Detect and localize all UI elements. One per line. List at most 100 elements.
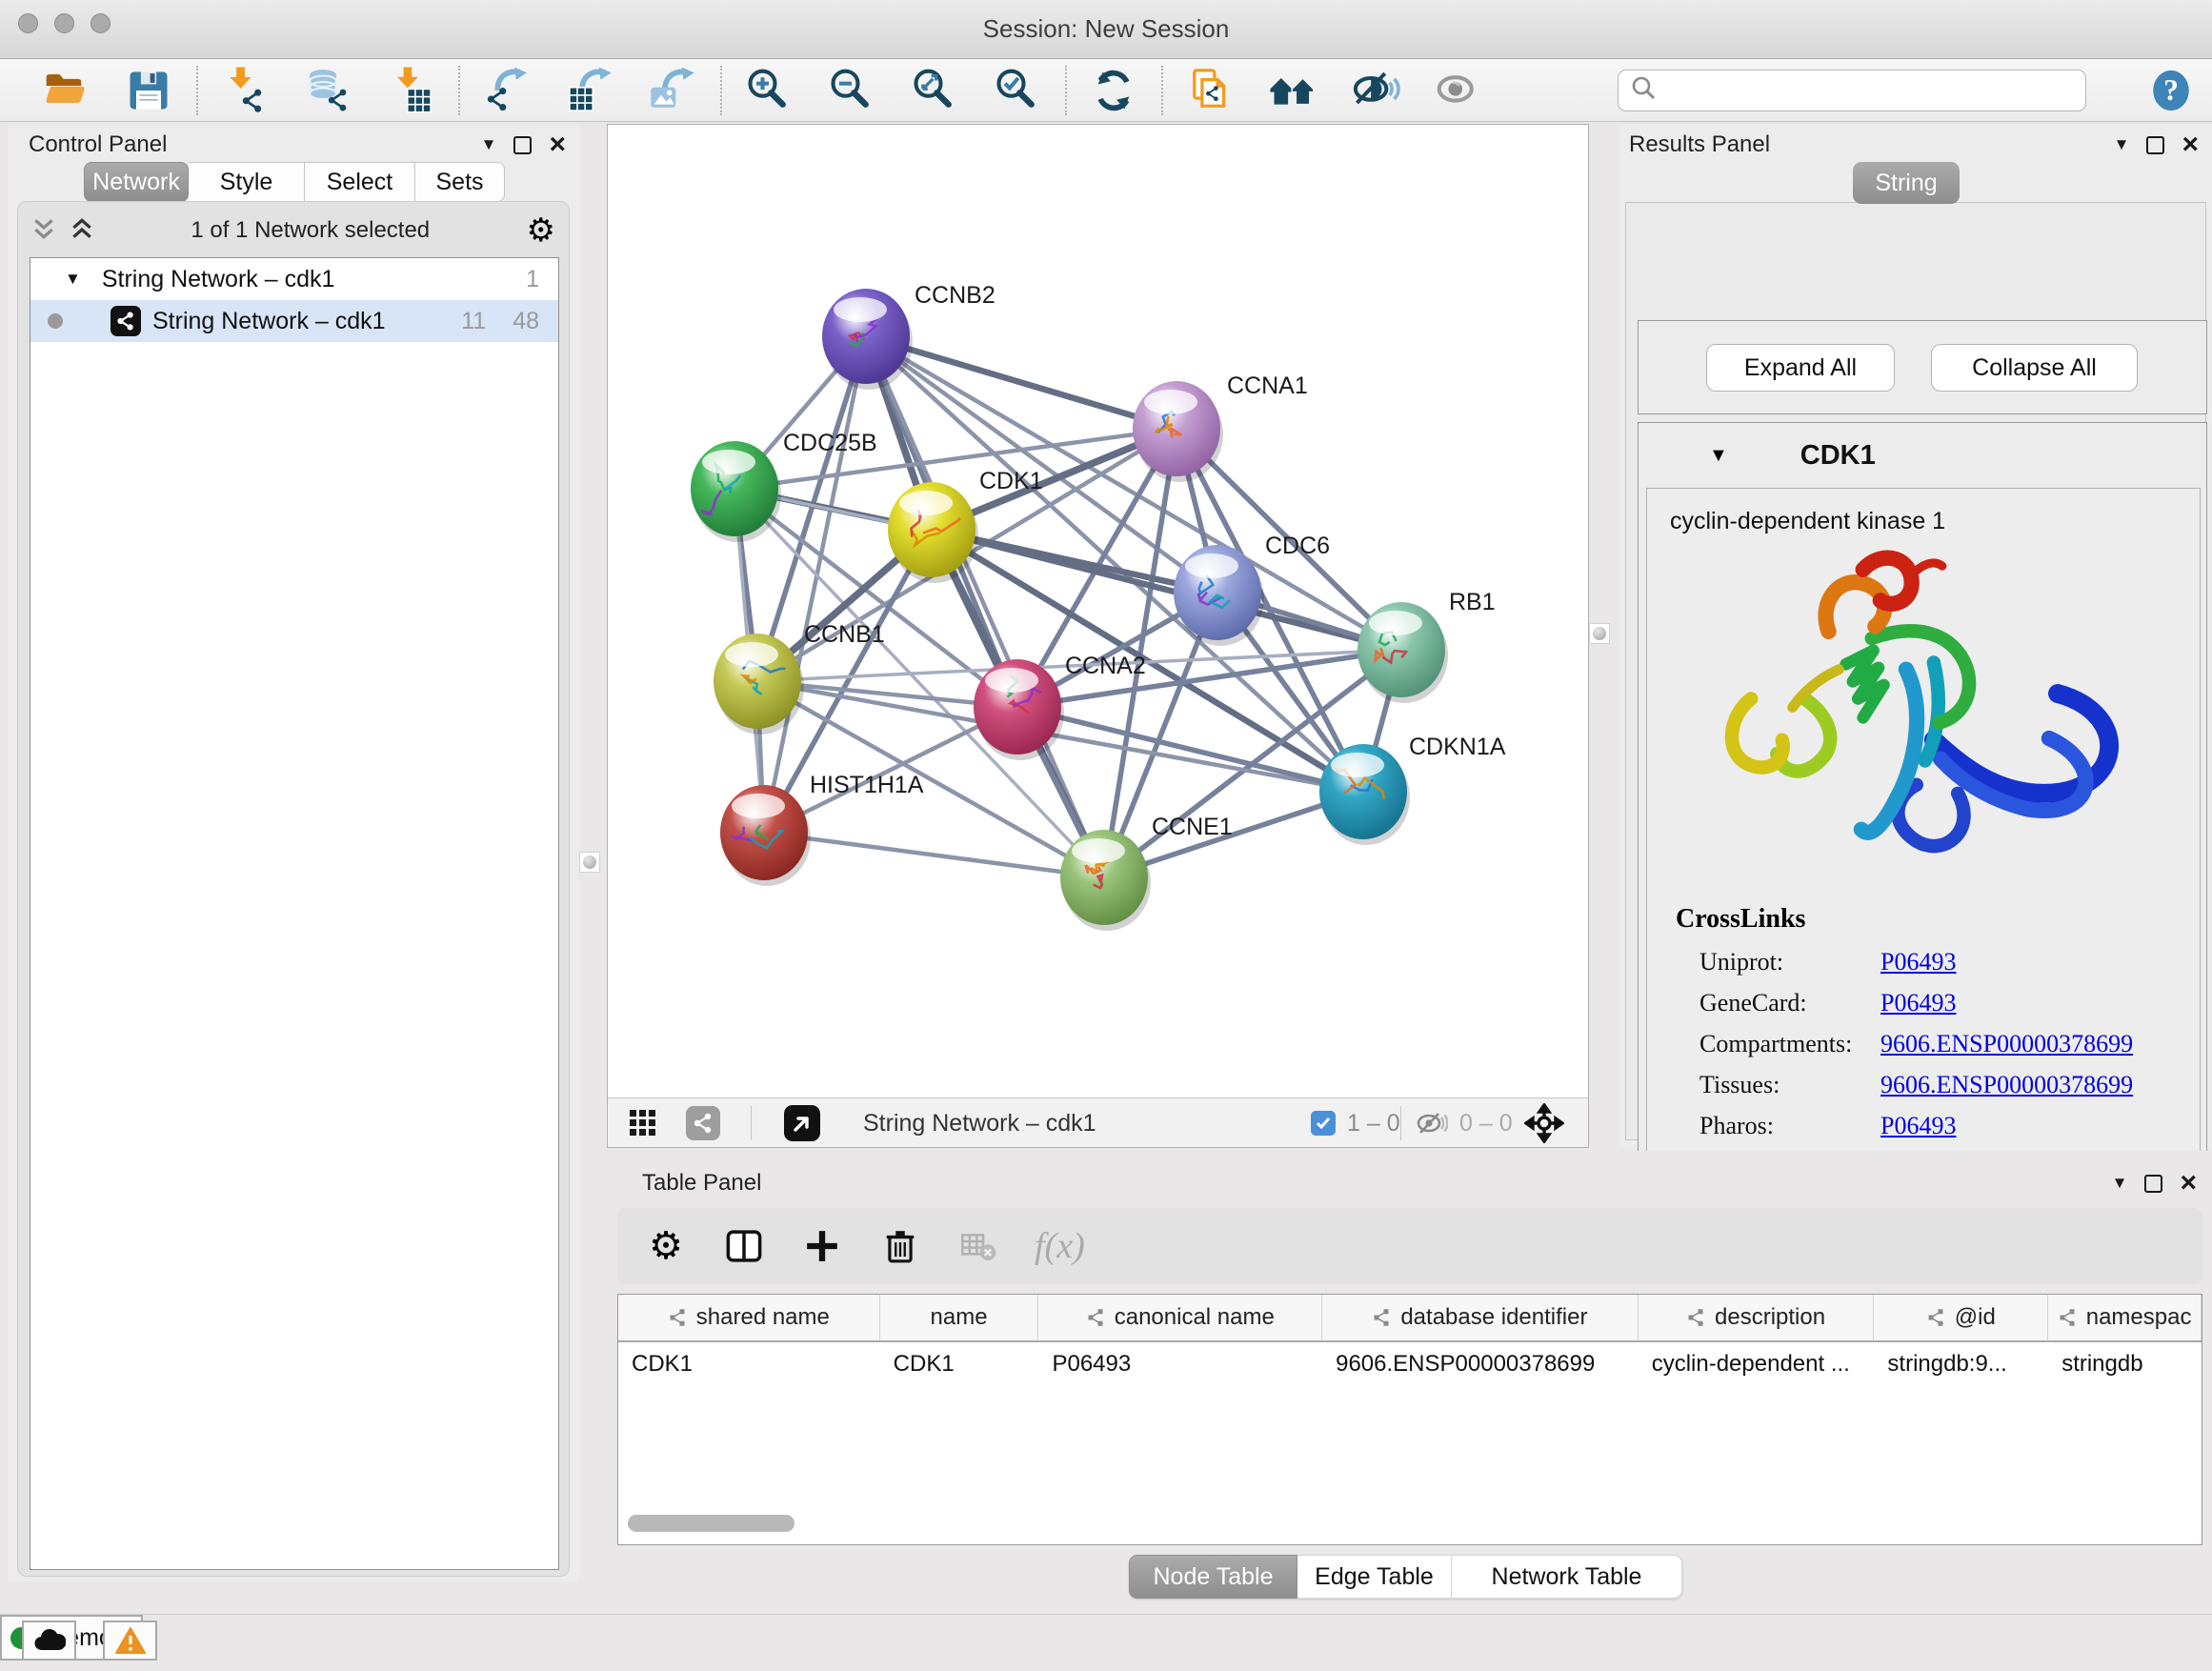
selected-checkbox-icon[interactable] xyxy=(1311,1111,1336,1136)
refresh-layout-button[interactable] xyxy=(1086,63,1141,118)
search-input[interactable] xyxy=(1657,72,2085,109)
network-node-CDKN1A[interactable]: CDKN1A xyxy=(1319,734,1506,845)
zoom-selected-button[interactable] xyxy=(990,63,1045,118)
import-table-button[interactable] xyxy=(383,63,438,118)
tab-network-table[interactable]: Network Table xyxy=(1452,1555,1682,1599)
import-network-button[interactable] xyxy=(217,63,272,118)
export-network-button[interactable] xyxy=(479,63,534,118)
crosslink-link[interactable]: P06493 xyxy=(1880,989,1956,1017)
crosslink-link[interactable]: P06493 xyxy=(1880,1112,1956,1140)
birds-eye-view-icon[interactable] xyxy=(784,1105,820,1141)
table-panel-title: Table Panel xyxy=(642,1170,761,1197)
export-network-icon xyxy=(482,66,532,115)
network-node-HIST1H1A[interactable]: HIST1H1A xyxy=(720,772,924,886)
panel-menu-icon[interactable]: ▼ xyxy=(481,135,497,154)
close-panel-icon[interactable]: × xyxy=(2182,135,2199,154)
column-header-database-identifier[interactable]: database identifier xyxy=(1322,1295,1639,1340)
expand-all-networks-icon[interactable] xyxy=(70,216,94,246)
delete-column-icon[interactable] xyxy=(878,1224,922,1268)
panel-menu-icon[interactable]: ▼ xyxy=(2112,1174,2128,1193)
show-columns-icon[interactable] xyxy=(722,1224,766,1268)
network-edge[interactable] xyxy=(764,833,1104,877)
network-view-share-icon[interactable] xyxy=(686,1106,720,1140)
column-header-canonical-name[interactable]: canonical name xyxy=(1038,1295,1322,1340)
zoom-out-button[interactable] xyxy=(824,63,879,118)
warnings-button[interactable] xyxy=(103,1621,157,1661)
export-image-button[interactable] xyxy=(645,63,700,118)
column-header-namespac[interactable]: namespac xyxy=(2048,1295,2202,1340)
crosslinks-title: CrossLinks xyxy=(1676,904,2133,935)
column-header--id[interactable]: @id xyxy=(1874,1295,2048,1340)
network-options-gear-icon[interactable]: ⚙ xyxy=(527,214,555,247)
protein-structure-image xyxy=(1699,534,2147,906)
float-panel-icon[interactable] xyxy=(2146,136,2164,154)
collapse-all-button[interactable]: Collapse All xyxy=(1931,344,2138,392)
network-selection-status: 1 of 1 Network selected xyxy=(94,217,527,244)
pan-move-icon[interactable] xyxy=(1524,1103,1564,1148)
table-cell: stringdb xyxy=(2048,1342,2202,1386)
network-node-CCNA2[interactable]: CCNA2 xyxy=(974,653,1146,760)
column-header-description[interactable]: description xyxy=(1639,1295,1875,1340)
node-label-CDKN1A: CDKN1A xyxy=(1409,734,1506,760)
close-panel-icon[interactable]: × xyxy=(549,135,566,154)
panel-menu-icon[interactable]: ▼ xyxy=(2114,135,2130,154)
crosslink-link[interactable]: P06493 xyxy=(1880,948,1956,976)
create-column-icon[interactable] xyxy=(800,1224,844,1268)
tab-sets[interactable]: Sets xyxy=(415,162,505,202)
node-label-HIST1H1A: HIST1H1A xyxy=(810,772,924,798)
save-session-button[interactable] xyxy=(121,63,176,118)
network-canvas[interactable]: CCNB2CCNA1CDC25BCDK1CDC6RB1CCNB1CCNA2CDK… xyxy=(608,125,1588,1097)
duplicate-network-button[interactable] xyxy=(1182,63,1237,118)
zoom-in-button[interactable] xyxy=(741,63,796,118)
import-database-button[interactable] xyxy=(300,63,355,118)
open-session-button[interactable] xyxy=(38,63,93,118)
table-row[interactable]: CDK1CDK1P064939606.ENSP00000378699cyclin… xyxy=(618,1342,2202,1386)
network-collection-row[interactable]: ▼ String Network – cdk1 1 xyxy=(30,258,558,300)
network-node-RB1[interactable]: RB1 xyxy=(1357,589,1496,703)
search-icon xyxy=(1630,74,1657,106)
export-table-button[interactable] xyxy=(562,63,617,118)
network-node-CCNE1[interactable]: CCNE1 xyxy=(1060,814,1233,931)
crosslink-link[interactable]: 9606.ENSP00000378699 xyxy=(1880,1030,2133,1058)
crosslink-label: GeneCard: xyxy=(1699,989,1880,1017)
float-panel-icon[interactable] xyxy=(2144,1175,2162,1193)
node-label-CCNE1: CCNE1 xyxy=(1152,814,1233,840)
gene-card-header[interactable]: ▼ CDK1 xyxy=(1639,423,2206,488)
tab-select[interactable]: Select xyxy=(305,162,415,202)
network-row-selected[interactable]: String Network – cdk1 11 48 xyxy=(30,300,558,342)
show-graphics-details-button xyxy=(1431,63,1486,118)
network-edge[interactable] xyxy=(866,336,1176,429)
cloud-status-button[interactable] xyxy=(22,1621,76,1661)
collapse-all-networks-icon[interactable] xyxy=(31,216,56,246)
search-box[interactable] xyxy=(1618,70,2086,111)
import-network-icon xyxy=(220,66,270,115)
right-splitter-handle[interactable] xyxy=(1589,623,1610,644)
hide-selected-button[interactable] xyxy=(1348,63,1403,118)
column-header-shared-name[interactable]: shared name xyxy=(618,1295,880,1340)
expand-all-button[interactable]: Expand All xyxy=(1706,344,1895,392)
tab-string[interactable]: String xyxy=(1853,162,1960,204)
left-splitter-handle[interactable] xyxy=(579,852,600,873)
tab-node-table[interactable]: Node Table xyxy=(1129,1555,1297,1599)
zoom-fit-button[interactable] xyxy=(907,63,962,118)
tab-style[interactable]: Style xyxy=(189,162,305,202)
first-neighbors-button[interactable] xyxy=(1265,63,1320,118)
collapse-triangle-icon[interactable]: ▼ xyxy=(1709,445,1728,467)
help-button[interactable]: ? xyxy=(2147,67,2195,114)
column-header-name[interactable]: name xyxy=(880,1295,1039,1340)
float-panel-icon[interactable] xyxy=(513,136,532,154)
network-edge[interactable] xyxy=(932,530,1401,650)
tab-network[interactable]: Network xyxy=(84,162,189,202)
network-node-CCNA1[interactable]: CCNA1 xyxy=(1133,372,1308,482)
svg-text:?: ? xyxy=(2163,73,2179,107)
crosslink-link[interactable]: 9606.ENSP00000378699 xyxy=(1880,1071,2133,1099)
table-settings-gear-icon[interactable]: ⚙ xyxy=(644,1224,688,1268)
grid-view-icon[interactable] xyxy=(629,1109,657,1142)
table-horizontal-scrollbar[interactable] xyxy=(628,1515,794,1532)
network-node-CDC6[interactable]: CDC6 xyxy=(1174,533,1330,646)
tab-edge-table[interactable]: Edge Table xyxy=(1297,1555,1452,1599)
network-edge[interactable] xyxy=(764,336,866,833)
collapse-triangle-icon[interactable]: ▼ xyxy=(65,270,81,289)
title-bar: Session: New Session xyxy=(0,0,2212,59)
close-panel-icon[interactable]: × xyxy=(2180,1174,2197,1193)
